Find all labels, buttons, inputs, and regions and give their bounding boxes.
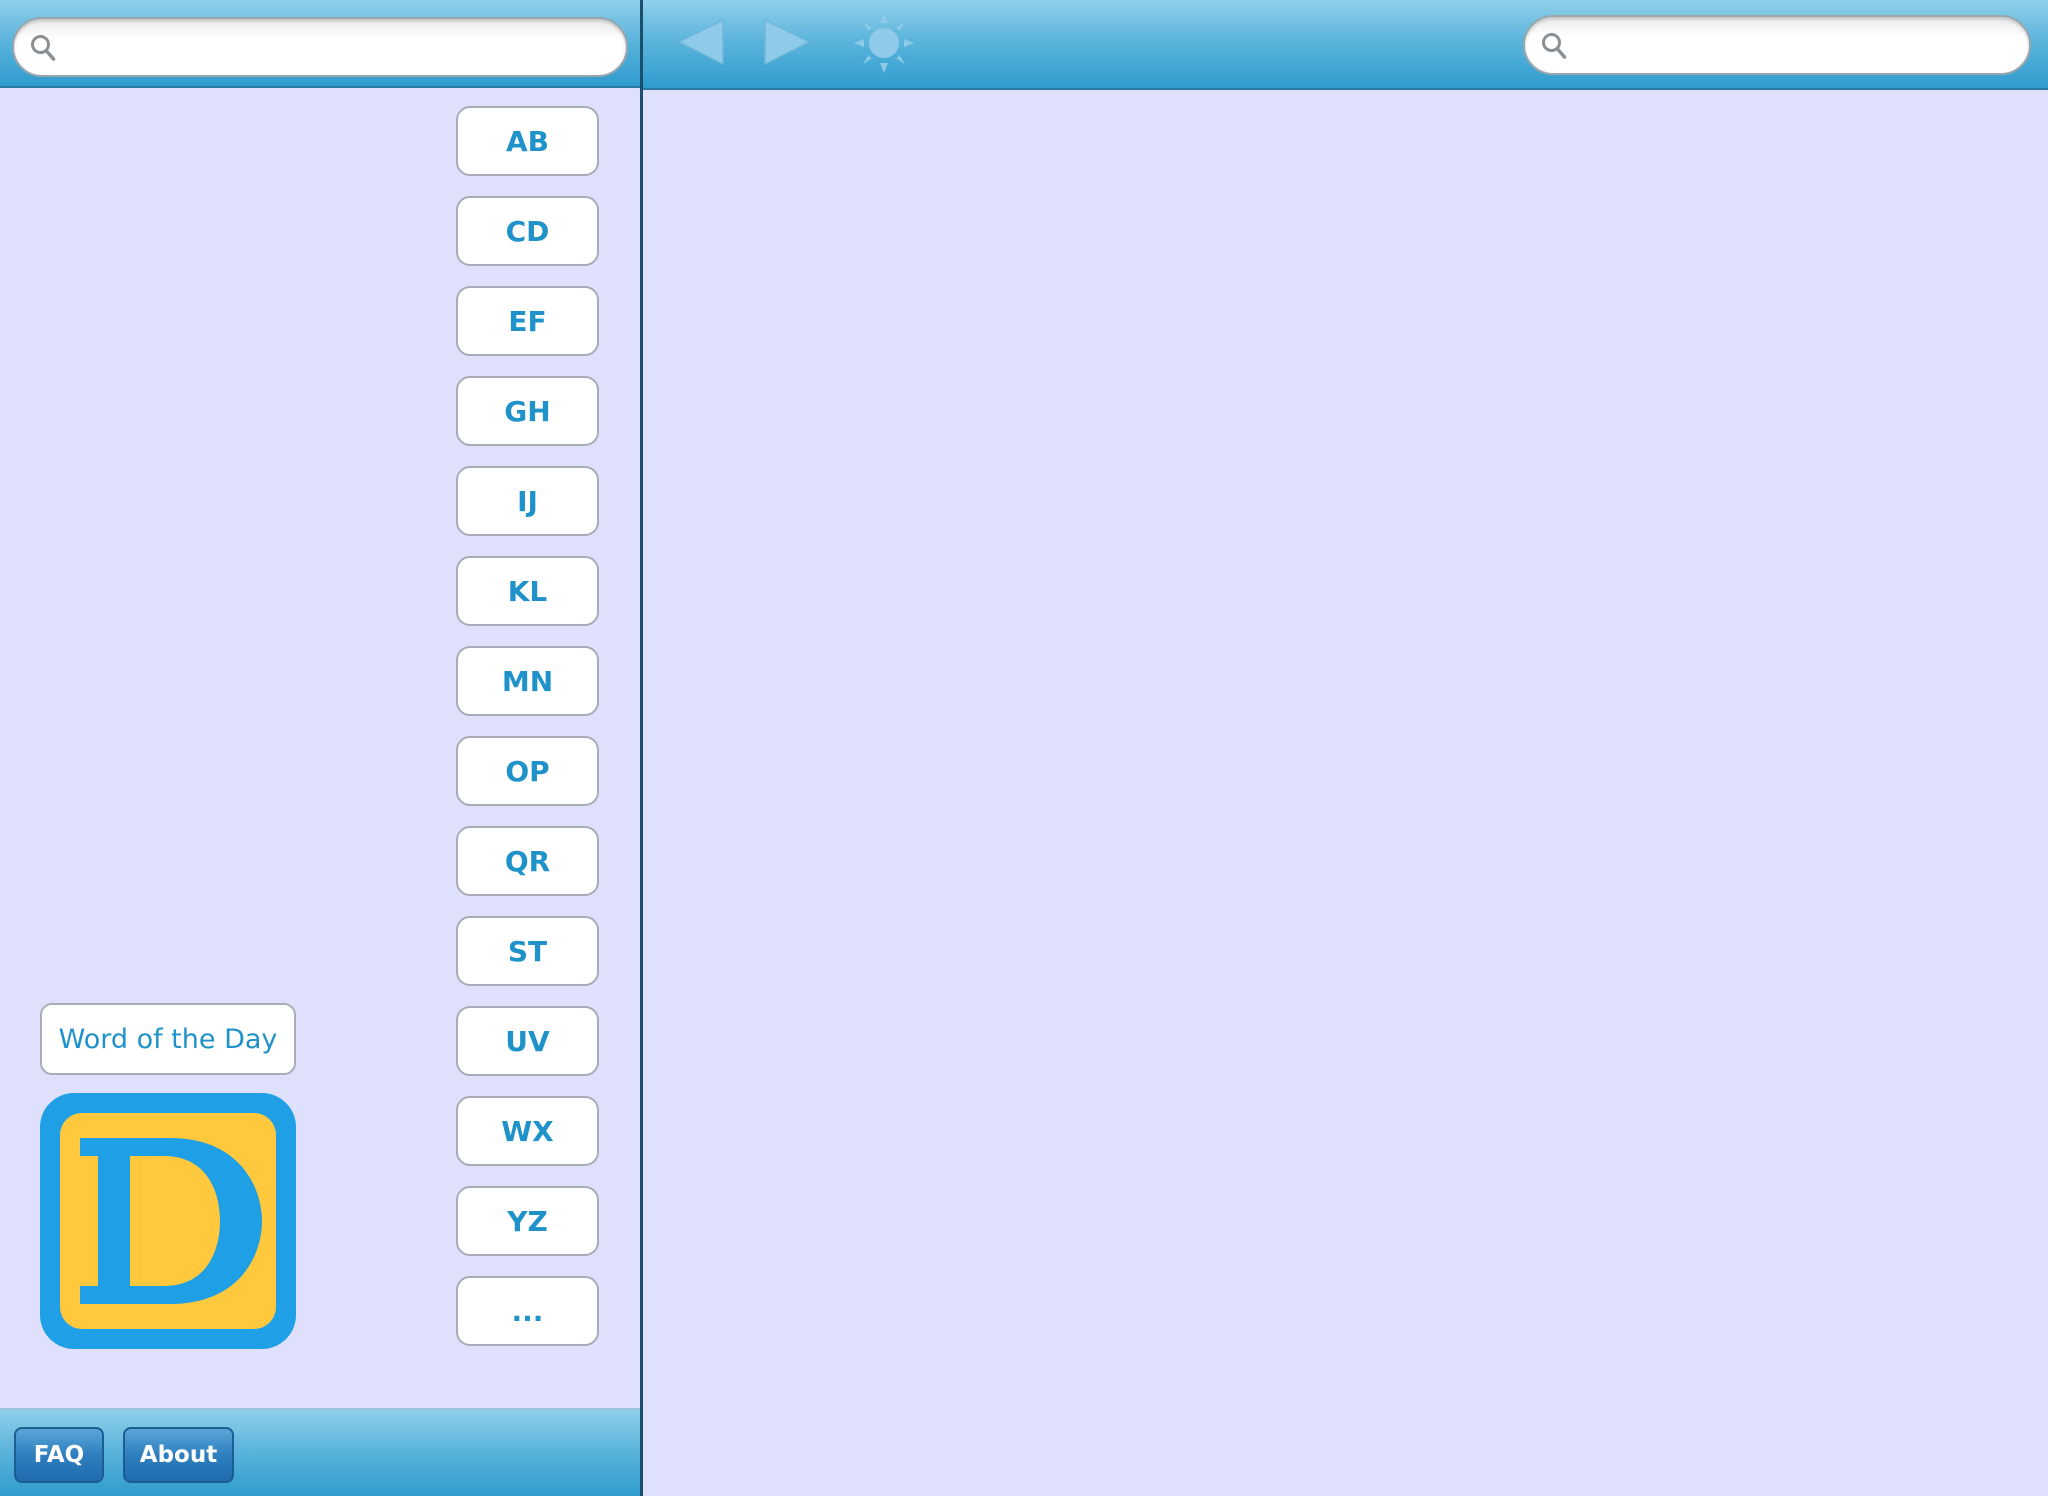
letter-index-button[interactable]: GH <box>456 376 599 446</box>
letter-index-button[interactable]: MN <box>456 646 599 716</box>
letter-index-button[interactable]: IJ <box>456 466 599 536</box>
app-window: AB CD EF GH IJ KL MN OP QR ST UV WX YZ... Word of th… <box>0 0 2048 1496</box>
app-logo-icon[interactable] <box>40 1093 296 1349</box>
letter-index-button[interactable]: AB <box>456 106 599 176</box>
letter-index-button[interactable]: ... <box>456 1276 599 1346</box>
index-search-box[interactable] <box>12 17 628 77</box>
letter-index-button[interactable]: KL <box>456 556 599 626</box>
content-search-input[interactable] <box>1577 17 2011 73</box>
letter-index-button[interactable]: ST <box>456 916 599 986</box>
index-search-input[interactable] <box>66 19 608 75</box>
letter-index-button[interactable]: OP <box>456 736 599 806</box>
back-arrow-icon[interactable] <box>673 14 729 70</box>
search-icon <box>1542 33 1567 59</box>
letter-index-button[interactable]: CD <box>456 196 599 266</box>
index-header <box>0 0 640 88</box>
letter-index-button[interactable]: QR <box>456 826 599 896</box>
search-icon <box>31 35 56 61</box>
about-button[interactable]: About <box>123 1427 234 1483</box>
letter-index-button[interactable]: YZ <box>456 1186 599 1256</box>
letter-index-button[interactable]: WX <box>456 1096 599 1166</box>
faq-button[interactable]: FAQ <box>14 1427 104 1483</box>
content-search-box[interactable] <box>1523 15 2031 75</box>
letter-index-button[interactable]: EF <box>456 286 599 356</box>
content-toolbar <box>643 0 2048 90</box>
sun-icon[interactable] <box>853 12 915 74</box>
word-of-the-day-button[interactable]: Word of the Day <box>40 1003 296 1075</box>
letter-index-button[interactable]: UV <box>456 1006 599 1076</box>
index-footer: FAQ About <box>0 1408 640 1496</box>
forward-arrow-icon[interactable] <box>759 14 815 70</box>
content-pane <box>643 0 2048 1496</box>
index-pane: AB CD EF GH IJ KL MN OP QR ST UV WX YZ... Word of th… <box>0 0 640 1496</box>
